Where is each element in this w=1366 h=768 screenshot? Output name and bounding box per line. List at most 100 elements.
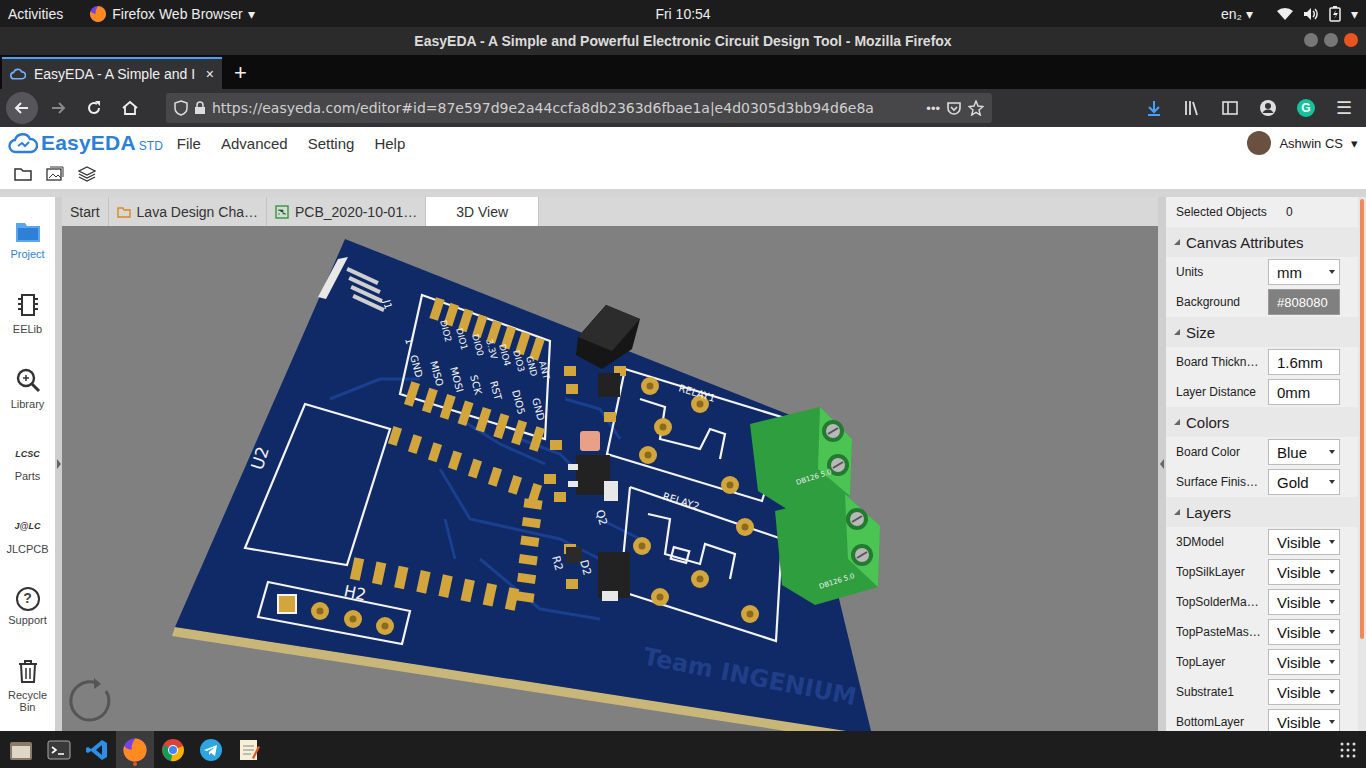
color-field[interactable]: #808080 xyxy=(1268,289,1340,315)
lock-icon[interactable] xyxy=(194,101,206,115)
menu-item[interactable]: File xyxy=(177,135,201,152)
sidebar-item[interactable]: Recycle Bin xyxy=(0,658,55,713)
expand-icon[interactable] xyxy=(1174,329,1180,335)
app-grid-icon[interactable] xyxy=(1340,742,1356,758)
browser-tab[interactable]: EasyEDA - A Simple and I× xyxy=(2,57,222,89)
download-icon[interactable] xyxy=(1138,92,1170,124)
silk-label: 3.3V xyxy=(484,338,499,361)
pcb-board[interactable] xyxy=(175,239,872,731)
app-caret: ▾ xyxy=(248,6,255,22)
sidebar-item[interactable]: Library xyxy=(0,367,55,410)
property-label: 3DModel xyxy=(1176,535,1268,549)
sidebar-item[interactable]: J@LCJLCPCB xyxy=(0,514,55,555)
terminal-block[interactable] xyxy=(775,494,880,605)
right-splitter[interactable] xyxy=(1158,197,1166,731)
pocket-icon[interactable] xyxy=(946,100,962,116)
property-select[interactable]: Visible xyxy=(1268,709,1340,731)
maximize-button[interactable] xyxy=(1324,33,1338,47)
shield-icon[interactable] xyxy=(174,100,188,116)
taskbar-item[interactable] xyxy=(154,731,192,768)
property-select[interactable]: Visible xyxy=(1268,649,1340,675)
logo-name: EasyEDA xyxy=(41,131,136,155)
components[interactable] xyxy=(566,305,640,601)
property-select[interactable]: Gold xyxy=(1268,469,1340,495)
taskbar-item[interactable] xyxy=(192,731,230,768)
language-menu[interactable]: en₂▾ xyxy=(1221,6,1253,22)
property-select[interactable]: Visible xyxy=(1268,589,1340,615)
back-icon[interactable] xyxy=(6,92,38,124)
property-select[interactable]: Visible xyxy=(1268,679,1340,705)
minimize-button[interactable] xyxy=(1304,33,1318,47)
property-select[interactable]: Visible xyxy=(1268,559,1340,585)
avatar[interactable] xyxy=(1247,131,1271,155)
url-text[interactable]: https://easyeda.com/editor#id=87e597d9e2… xyxy=(212,100,920,116)
easyeda-logo[interactable]: EasyEDASTD xyxy=(8,131,163,155)
taskbar-item[interactable] xyxy=(230,731,268,768)
taskbar-item[interactable] xyxy=(116,731,154,768)
new-tab-button[interactable]: + xyxy=(222,57,259,89)
taskbar-item[interactable] xyxy=(2,731,40,768)
document-tab[interactable]: 3D View xyxy=(426,197,539,226)
bookmark-star-icon[interactable] xyxy=(968,100,984,116)
sidebar-label: Recycle Bin xyxy=(0,689,55,713)
document-tab[interactable]: Start xyxy=(62,197,109,226)
expand-icon[interactable] xyxy=(1174,419,1180,425)
battery-icon[interactable] xyxy=(1329,6,1341,22)
document-tab[interactable]: PCB_2020-10-01… xyxy=(267,197,426,226)
expand-icon[interactable] xyxy=(1174,239,1180,245)
chrome-icon xyxy=(161,738,185,762)
sidebar-item[interactable]: EELib xyxy=(0,292,55,335)
property-select[interactable]: Visible xyxy=(1268,619,1340,645)
clock[interactable]: Fri 10:54 xyxy=(655,6,710,22)
document-tab[interactable]: Lava Design Cha… xyxy=(109,197,267,226)
section-header[interactable]: Colors xyxy=(1166,407,1358,437)
volume-icon[interactable] xyxy=(1303,7,1319,21)
j1-connector[interactable] xyxy=(318,257,385,312)
menu-item[interactable]: Setting xyxy=(308,135,355,152)
property-label: BottomLayer xyxy=(1176,715,1268,729)
sidebar-item[interactable]: Project xyxy=(0,219,55,260)
scrollbar[interactable] xyxy=(1358,197,1366,731)
address-bar[interactable]: https://easyeda.com/editor#id=87e597d9e2… xyxy=(166,93,992,123)
tab-close-button[interactable]: × xyxy=(206,66,214,82)
user-menu[interactable]: Ashwin CS▾ xyxy=(1247,131,1358,155)
property-select[interactable]: Visible xyxy=(1268,529,1340,555)
menu-item[interactable]: Help xyxy=(374,135,405,152)
sidebar-item[interactable]: LCSCParts xyxy=(0,441,55,482)
section-header[interactable]: Layers xyxy=(1166,497,1358,527)
menu-item[interactable]: Advanced xyxy=(221,135,288,152)
expand-icon[interactable] xyxy=(1174,509,1180,515)
account-icon[interactable] xyxy=(1252,92,1284,124)
section-header[interactable]: Size xyxy=(1166,317,1358,347)
3d-view-canvas[interactable]: 1GNDMISOMOSISCKRSTDIO5GNDDIO2DIO1DIO03.3… xyxy=(62,226,1158,731)
home-icon[interactable] xyxy=(114,92,146,124)
page-actions-button[interactable]: ••• xyxy=(926,101,940,116)
layers-icon[interactable] xyxy=(78,166,96,182)
taskbar-item[interactable] xyxy=(78,731,116,768)
property-input[interactable]: 1.6mm xyxy=(1268,349,1340,375)
property-input[interactable]: 0mm xyxy=(1268,379,1340,405)
activities-button[interactable]: Activities xyxy=(8,6,63,22)
section-header[interactable]: Canvas Attributes xyxy=(1166,227,1358,257)
terminal-block[interactable] xyxy=(750,407,852,511)
app-menu[interactable]: Firefox Web Browser▾ xyxy=(89,5,254,23)
pcb-3d-model[interactable]: 1GNDMISOMOSISCKRSTDIO5GNDDIO2DIO1DIO03.3… xyxy=(62,226,1158,731)
silk-label: D2 xyxy=(577,558,594,576)
reload-icon[interactable] xyxy=(78,92,110,124)
menu-button[interactable]: ☰ xyxy=(1328,92,1360,124)
vscode-icon xyxy=(85,738,109,762)
grammarly-icon[interactable]: G xyxy=(1297,99,1315,117)
close-button[interactable] xyxy=(1344,33,1358,47)
library-icon[interactable] xyxy=(1176,92,1208,124)
image-icon[interactable] xyxy=(46,166,64,182)
open-folder-icon[interactable] xyxy=(14,166,32,182)
taskbar-item[interactable] xyxy=(40,731,78,768)
property-select[interactable]: mm xyxy=(1268,259,1340,285)
wifi-icon[interactable] xyxy=(1277,7,1293,21)
left-splitter[interactable] xyxy=(55,197,62,731)
power-caret[interactable]: ▾ xyxy=(1351,6,1358,22)
property-select[interactable]: Blue xyxy=(1268,439,1340,465)
scrollbar-thumb[interactable] xyxy=(1360,199,1364,639)
sidebar-item[interactable]: ?Support xyxy=(0,587,55,626)
sidebar-icon[interactable] xyxy=(1214,92,1246,124)
